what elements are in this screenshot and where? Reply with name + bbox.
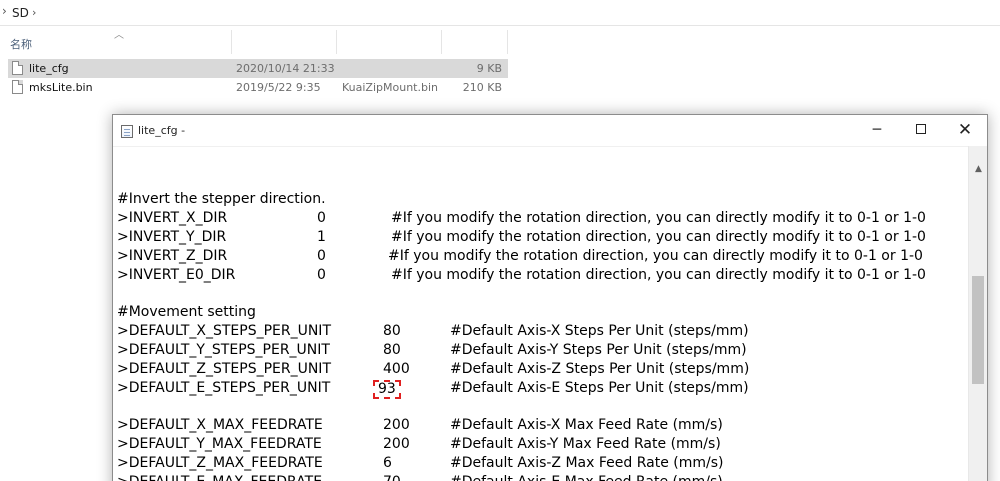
config-comment: #Default Axis-Z Steps Per Unit (steps/mm…	[450, 361, 750, 377]
address-bar[interactable]: › SD ›	[0, 0, 1000, 26]
file-date: 2019/5/22 9:35	[236, 81, 321, 94]
file-icon	[12, 80, 23, 94]
config-comment: #Default Axis-X Max Feed Rate (mm/s)	[450, 417, 723, 433]
config-value: 200	[383, 436, 410, 452]
config-value: 80	[383, 323, 401, 339]
comment-line: #Movement setting	[117, 304, 256, 320]
file-icon	[12, 61, 23, 75]
config-comment: #If you modify the rotation direction, y…	[388, 248, 923, 264]
column-header-type[interactable]	[337, 30, 442, 54]
config-value: 400	[383, 361, 410, 377]
window-title: lite_cfg -	[138, 124, 186, 137]
column-header-size[interactable]	[442, 30, 508, 54]
file-name: lite_cfg	[29, 62, 69, 75]
config-key: >DEFAULT_Z_MAX_FEEDRATE	[117, 455, 323, 471]
config-comment: #Default Axis-Y Max Feed Rate (mm/s)	[450, 436, 721, 452]
config-comment: #If you modify the rotation direction, y…	[391, 229, 926, 245]
config-key: >DEFAULT_E_STEPS_PER_UNIT	[117, 380, 331, 396]
config-value: 0	[317, 267, 326, 283]
config-comment: #Default Axis-Y Steps Per Unit (steps/mm…	[450, 342, 747, 358]
config-key: >DEFAULT_X_STEPS_PER_UNIT	[117, 323, 331, 339]
desktop: › SD › 名称 ︿ lite_cfg 2020/10/14 21:33 9 …	[0, 0, 1000, 481]
config-key: >DEFAULT_Y_MAX_FEEDRATE	[117, 436, 322, 452]
notepad-window: lite_cfg - ─ ✕ #Invert the stepper direc…	[112, 114, 988, 481]
sort-up-icon: ︿	[114, 30, 124, 41]
maximize-button[interactable]	[899, 115, 943, 146]
chevron-right-icon[interactable]: ›	[32, 6, 36, 19]
config-comment: #If you modify the rotation direction, y…	[391, 267, 926, 283]
vertical-scrollbar[interactable]: ▲	[968, 146, 987, 481]
notepad-icon	[121, 125, 133, 138]
file-row-lite-cfg[interactable]: lite_cfg 2020/10/14 21:33 9 KB	[8, 59, 508, 78]
config-comment: #If you modify the rotation direction, y…	[391, 210, 926, 226]
breadcrumb-sd[interactable]: SD	[12, 6, 29, 20]
file-type: KuaiZipMount.bin	[342, 81, 438, 94]
file-size: 9 KB	[476, 62, 502, 75]
config-comment: #Default Axis-Z Max Feed Rate (mm/s)	[450, 455, 724, 471]
minimize-button[interactable]: ─	[855, 115, 899, 146]
config-key: >DEFAULT_Z_STEPS_PER_UNIT	[117, 361, 331, 377]
title-bar[interactable]: lite_cfg - ─ ✕	[113, 115, 987, 146]
column-header-date[interactable]	[232, 30, 337, 54]
highlighted-config-value: 93	[373, 380, 401, 399]
config-value: 200	[383, 417, 410, 433]
file-row-mkslite-bin[interactable]: mksLite.bin 2019/5/22 9:35 KuaiZipMount.…	[8, 78, 508, 97]
config-key: >DEFAULT_E_MAX_FEEDRATE	[117, 473, 322, 481]
config-comment: #Default Axis-E Max Feed Rate (mm/s)	[450, 473, 723, 481]
maximize-icon	[916, 124, 926, 134]
text-editor[interactable]: #Invert the stepper direction. >INVERT_X…	[113, 146, 969, 481]
config-key: >DEFAULT_Y_STEPS_PER_UNIT	[117, 342, 330, 358]
config-value: 1	[317, 229, 326, 245]
file-name: mksLite.bin	[29, 81, 93, 94]
config-value: 6	[383, 455, 392, 471]
config-key: >INVERT_Y_DIR	[117, 229, 227, 245]
config-value: 70	[383, 473, 401, 481]
file-size: 210 KB	[462, 81, 502, 94]
scrollbar-thumb[interactable]	[972, 276, 984, 384]
config-value: 0	[317, 210, 326, 226]
config-key: >DEFAULT_X_MAX_FEEDRATE	[117, 417, 323, 433]
scroll-up-icon[interactable]: ▲	[969, 162, 988, 176]
config-comment: #Default Axis-X Steps Per Unit (steps/mm…	[450, 323, 749, 339]
config-comment: #Default Axis-E Steps Per Unit (steps/mm…	[450, 380, 749, 396]
chevron-right-icon[interactable]: ›	[2, 4, 7, 18]
config-key: >INVERT_X_DIR	[117, 210, 228, 226]
config-key: >INVERT_Z_DIR	[117, 248, 228, 264]
file-date: 2020/10/14 21:33	[236, 62, 335, 75]
comment-line: #Invert the stepper direction.	[117, 191, 326, 207]
config-key: >INVERT_E0_DIR	[117, 267, 236, 283]
close-button[interactable]: ✕	[943, 115, 987, 146]
config-value: 0	[317, 248, 326, 264]
column-header-name-label: 名称	[10, 38, 32, 51]
config-value: 80	[383, 342, 401, 358]
